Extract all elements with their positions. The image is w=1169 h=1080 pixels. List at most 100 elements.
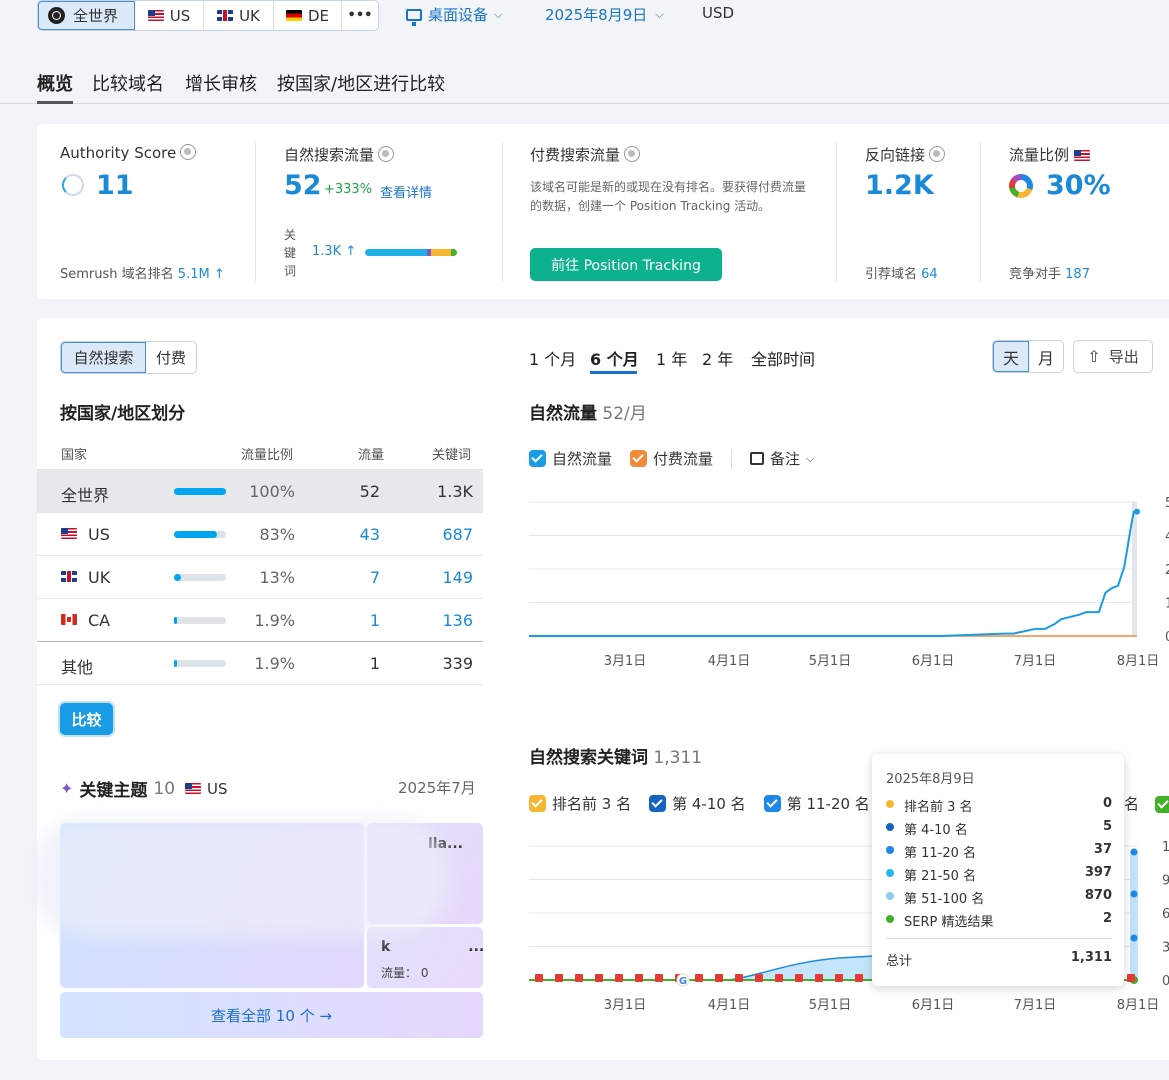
tab-all-time[interactable]: 全部时间 xyxy=(751,346,815,370)
keywords-value[interactable]: 136 xyxy=(442,611,473,630)
device-selector[interactable]: 桌面设备 ⌵ xyxy=(406,4,502,26)
traffic-value[interactable]: 7 xyxy=(370,568,380,587)
keywords-value[interactable]: 149 xyxy=(442,568,473,587)
us-flag-icon xyxy=(185,783,202,794)
semrush-rank: Semrush 域名排名 5.1M ↑ xyxy=(60,267,225,282)
x-tick-label: 7月1日 xyxy=(1014,998,1057,1012)
share-pct: 100% xyxy=(249,482,295,501)
de-flag-icon xyxy=(285,10,302,21)
tab-compare-by-country[interactable]: 按国家/地区进行比较 xyxy=(277,70,445,96)
toggle-organic[interactable]: 自然搜索 xyxy=(61,342,146,373)
legend-top3[interactable]: 排名前 3 名 xyxy=(529,793,631,814)
table-row: 其他 1.9% 1 339 xyxy=(37,642,483,685)
tooltip-date: 2025年8月9日 xyxy=(886,772,975,787)
region-us[interactable]: US xyxy=(135,1,204,30)
legend-4-10[interactable]: 第 4-10 名 xyxy=(649,793,746,814)
date-selector[interactable]: 2025年8月9日 ⌵ xyxy=(545,4,664,25)
x-tick-label: 5月1日 xyxy=(809,654,852,669)
granularity-month[interactable]: 月 xyxy=(1029,341,1063,372)
note-flag-icon xyxy=(615,974,623,982)
share-bar-fill xyxy=(174,531,218,538)
tab-2-years[interactable]: 2 年 xyxy=(702,346,733,370)
authority-gauge-icon xyxy=(62,174,84,196)
traffic-share-label: 流量比例 xyxy=(1009,144,1090,165)
tab-active-indicator xyxy=(37,101,73,104)
organic-traffic-point xyxy=(1134,508,1140,515)
note-flag-icon xyxy=(835,974,843,982)
tab-overview[interactable]: 概览 xyxy=(37,70,73,96)
note-flag-icon xyxy=(595,974,603,982)
key-topics-date: 2025年7月 xyxy=(398,779,476,797)
checkbox-icon xyxy=(763,795,781,812)
view-details-link[interactable]: 查看详情 xyxy=(380,182,432,201)
table-row[interactable]: 全世界 100% 52 1.3K xyxy=(37,470,483,513)
table-row[interactable]: UK 13% 7 149 xyxy=(37,556,483,599)
export-button[interactable]: ⇧ 导出 xyxy=(1073,340,1153,373)
note-flag-icon xyxy=(555,974,563,982)
toggle-paid[interactable]: 付费 xyxy=(146,342,196,373)
google-update-label: G xyxy=(679,976,687,987)
note-flag-icon xyxy=(695,974,703,982)
y-tick-label: 14 xyxy=(1165,597,1169,612)
legend-organic[interactable]: 自然流量 xyxy=(529,448,612,469)
topic-traffic: 流量： 0 xyxy=(381,966,429,980)
topic-tile-b[interactable]: k ... 流量： 0 xyxy=(367,927,485,988)
main-tabs: 概览 比较域名 增长审核 按国家/地区进行比较 xyxy=(0,60,1169,104)
backlinks-label: 反向链接 xyxy=(865,144,946,165)
view-all-topics-button[interactable]: 查看全部 10 个 → xyxy=(60,992,483,1038)
share-donut-icon xyxy=(1009,174,1033,198)
country-table-header: 国家 流量比例 流量 关键词 xyxy=(37,444,483,470)
y-tick-label: 33 xyxy=(1162,941,1169,956)
info-icon[interactable] xyxy=(180,144,197,160)
note-flag-icon xyxy=(715,974,723,982)
table-row[interactable]: CA 1.9% 1 136 xyxy=(37,599,483,642)
region-de[interactable]: DE xyxy=(274,1,342,30)
granularity-day[interactable]: 天 xyxy=(993,341,1029,372)
checkbox-icon[interactable] xyxy=(1155,796,1169,813)
traffic-share-value: 30% xyxy=(1046,170,1111,201)
keywords-value: 339 xyxy=(442,654,473,673)
organic-traffic-chart: 56 42 28 14 0 3月1日 4月1日 5月1日 6月1日 7月1日 8月1日 xyxy=(529,496,1169,669)
x-tick-label: 5月1日 xyxy=(809,998,852,1012)
keywords-value[interactable]: 687 xyxy=(442,525,473,544)
topic-name: k ... xyxy=(381,939,485,955)
tab-1-year[interactable]: 1 年 xyxy=(656,346,687,370)
note-flag-icon xyxy=(855,974,863,982)
info-icon[interactable] xyxy=(929,146,946,162)
region-label: 全世界 xyxy=(73,7,119,25)
tab-compare-domains[interactable]: 比较域名 xyxy=(92,70,164,96)
tab-6-months[interactable]: 6 个月 xyxy=(590,346,639,370)
legend-11-20[interactable]: 第 11-20 名 xyxy=(763,793,870,814)
desktop-icon xyxy=(406,8,422,26)
uk-flag-icon xyxy=(217,10,234,21)
table-row[interactable]: US 83% 43 687 xyxy=(37,513,483,556)
more-regions-button[interactable]: ••• xyxy=(342,1,378,30)
x-tick-label: 4月1日 xyxy=(708,654,751,669)
chevron-down-icon: ⌵ xyxy=(655,7,664,21)
tab-1-month[interactable]: 1 个月 xyxy=(529,346,576,370)
organic-traffic-label: 自然搜索流量 xyxy=(284,144,395,165)
compare-button[interactable]: 比较 xyxy=(60,703,113,735)
x-tick-label: 6月1日 xyxy=(912,998,955,1012)
blur-overlay xyxy=(30,818,450,936)
traffic-value[interactable]: 1 xyxy=(370,611,380,630)
legend-paid[interactable]: 付费流量 xyxy=(630,448,713,469)
note-flag-icon xyxy=(575,974,583,982)
x-tick-label: 8月1日 xyxy=(1117,998,1160,1012)
notes-dropdown[interactable]: 备注 ⌵ xyxy=(750,448,814,469)
share-pct: 83% xyxy=(259,525,295,544)
position-tracking-button[interactable]: 前往 Position Tracking xyxy=(530,248,722,281)
authority-score-value: 11 xyxy=(96,170,134,201)
paid-traffic-label: 付费搜索流量 xyxy=(530,144,641,165)
info-icon[interactable] xyxy=(378,146,395,162)
share-bar-fill xyxy=(174,660,177,667)
region-uk[interactable]: UK xyxy=(204,1,274,30)
tab-growth-audit[interactable]: 增长审核 xyxy=(185,70,257,96)
col-country: 国家 xyxy=(61,448,88,463)
region-worldwide[interactable]: 全世界 xyxy=(38,1,135,30)
share-pct: 1.9% xyxy=(254,611,295,630)
traffic-chart-legend: 自然流量 付费流量 备注 ⌵ xyxy=(529,448,814,469)
note-flag-icon xyxy=(815,974,823,982)
info-icon[interactable] xyxy=(624,146,641,162)
traffic-value[interactable]: 43 xyxy=(360,525,380,544)
